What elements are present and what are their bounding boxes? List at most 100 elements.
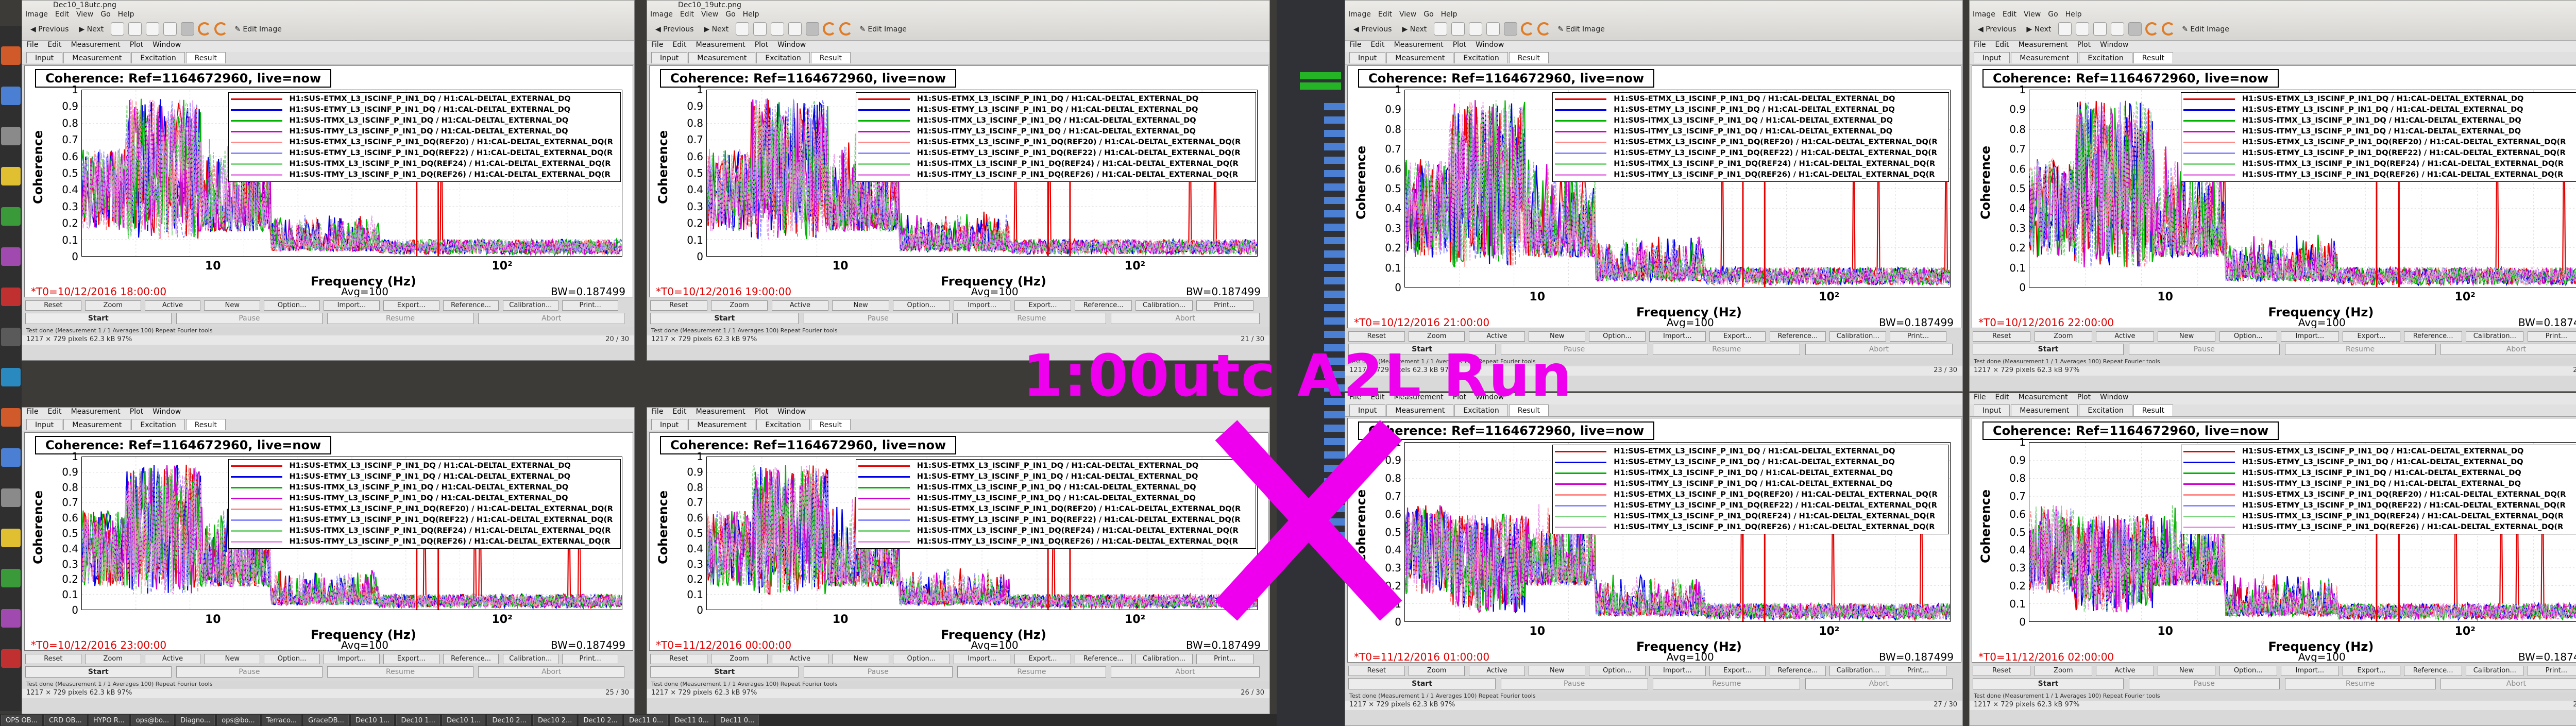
import-button[interactable]: Import... [324, 654, 380, 664]
dtt-menu-item[interactable]: Measurement [2019, 393, 2068, 401]
option-button[interactable]: Option... [2219, 331, 2277, 342]
option-button[interactable]: Option... [893, 300, 950, 311]
export-button[interactable]: Export... [1709, 331, 1766, 342]
dock-app-icon[interactable] [1, 368, 21, 386]
dtt-menu-item[interactable]: File [651, 41, 663, 49]
resume-button[interactable]: Resume [957, 313, 1106, 324]
dock-app-icon[interactable] [1, 569, 21, 587]
tab-measurement[interactable]: Measurement [688, 419, 756, 430]
print-button[interactable]: Print... [1196, 300, 1253, 311]
calibration-button[interactable]: Calibration... [1829, 331, 1887, 342]
zoom-tool-icon[interactable] [163, 22, 177, 36]
rotate-left-icon[interactable] [198, 22, 212, 36]
start-button[interactable]: Start [1973, 678, 2124, 689]
tab-input[interactable]: Input [1349, 52, 1386, 63]
tab-excitation[interactable]: Excitation [1454, 52, 1508, 63]
dtt-menu-item[interactable]: Plot [2077, 41, 2091, 49]
dtt-menu-item[interactable]: Window [2100, 393, 2128, 401]
print-button[interactable]: Print... [1890, 331, 1946, 342]
viewer-menu-item[interactable]: Help [743, 10, 759, 19]
zoom-tool-icon[interactable] [788, 22, 802, 36]
dock-app-icon[interactable] [1, 649, 21, 668]
taskbar-item[interactable]: Dec10 1... [350, 715, 395, 725]
export-button[interactable]: Export... [383, 300, 439, 311]
dtt-menu-item[interactable]: Edit [1370, 41, 1384, 49]
dock-app-icon[interactable] [1, 46, 21, 65]
zoom-tool-icon[interactable] [181, 22, 195, 36]
import-button[interactable]: Import... [1649, 331, 1706, 342]
previous-button[interactable]: ◀ Previous [1973, 23, 2021, 36]
option-button[interactable]: Option... [1589, 331, 1646, 342]
tab-result[interactable]: Result [810, 419, 851, 430]
tab-result[interactable]: Result [185, 419, 226, 430]
pause-button[interactable]: Pause [176, 666, 323, 678]
taskbar-item[interactable]: OPS OB... [1, 715, 43, 725]
abort-button[interactable]: Abort [1111, 666, 1260, 678]
dtt-menu-item[interactable]: Plot [130, 408, 143, 416]
print-button[interactable]: Print... [562, 300, 619, 311]
resume-button[interactable]: Resume [327, 313, 473, 324]
dtt-menu-item[interactable]: File [26, 408, 38, 416]
zoom-button[interactable]: Zoom [710, 654, 768, 664]
dtt-menu-item[interactable]: File [26, 41, 38, 49]
viewer-menu-item[interactable]: View [1399, 10, 1416, 19]
zoom-button[interactable]: Zoom [710, 300, 768, 311]
rotate-right-icon[interactable] [2162, 22, 2176, 36]
active-button[interactable]: Active [2096, 666, 2154, 676]
start-button[interactable]: Start [650, 666, 799, 678]
tab-excitation[interactable]: Excitation [2079, 404, 2132, 416]
export-button[interactable]: Export... [1014, 300, 1072, 311]
pause-button[interactable]: Pause [176, 313, 323, 324]
dtt-menu-item[interactable]: Window [777, 41, 806, 49]
dock-app-icon[interactable] [1, 529, 21, 547]
option-button[interactable]: Option... [2219, 666, 2277, 676]
taskbar-item[interactable]: ops@bo... [217, 715, 260, 725]
tab-input[interactable]: Input [651, 419, 688, 430]
export-button[interactable]: Export... [2342, 666, 2401, 676]
rotate-right-icon[interactable] [839, 22, 853, 36]
calibration-button[interactable]: Calibration... [502, 300, 559, 311]
dock-app-icon[interactable] [1, 328, 21, 346]
tab-result[interactable]: Result [2133, 404, 2174, 416]
active-button[interactable]: Active [2096, 331, 2154, 342]
abort-button[interactable]: Abort [2441, 344, 2576, 355]
abort-button[interactable]: Abort [1805, 678, 1953, 689]
dtt-menu-item[interactable]: Plot [755, 41, 768, 49]
viewer-menu-item[interactable]: Help [2065, 10, 2082, 19]
rotate-right-icon[interactable] [1537, 22, 1551, 36]
dtt-menu-item[interactable]: Plot [1453, 41, 1466, 49]
new-button[interactable]: New [832, 654, 889, 664]
dtt-menu-item[interactable]: Edit [1995, 41, 2009, 49]
tab-input[interactable]: Input [26, 419, 63, 430]
resume-button[interactable]: Resume [957, 666, 1106, 678]
start-button[interactable]: Start [25, 313, 172, 324]
active-button[interactable]: Active [1468, 666, 1526, 676]
previous-button[interactable]: ◀ Previous [1348, 23, 1397, 36]
import-button[interactable]: Import... [324, 300, 380, 311]
zoom-tool-icon[interactable] [2076, 22, 2090, 36]
edit-image-button[interactable]: ✎ Edit Image [854, 23, 912, 36]
start-button[interactable]: Start [25, 666, 172, 678]
dock-app-icon[interactable] [1, 488, 21, 507]
tab-result[interactable]: Result [2133, 52, 2174, 63]
tab-input[interactable]: Input [1974, 404, 2010, 416]
zoom-tool-icon[interactable] [111, 22, 125, 36]
reset-button[interactable]: Reset [25, 300, 81, 311]
viewer-menu-item[interactable]: Image [25, 10, 48, 19]
dtt-menu-item[interactable]: Measurement [1394, 41, 1444, 49]
zoom-tool-icon[interactable] [753, 22, 767, 36]
tab-measurement[interactable]: Measurement [2011, 52, 2078, 63]
zoom-button[interactable]: Zoom [1408, 666, 1465, 676]
new-button[interactable]: New [204, 300, 261, 311]
start-button[interactable]: Start [1348, 678, 1496, 689]
tab-input[interactable]: Input [651, 52, 688, 63]
next-button[interactable]: ▶ Next [699, 23, 734, 36]
dock-app-icon[interactable] [1, 127, 21, 145]
zoom-tool-icon[interactable] [146, 22, 160, 36]
pause-button[interactable]: Pause [804, 666, 953, 678]
export-button[interactable]: Export... [2342, 331, 2401, 342]
tab-result[interactable]: Result [1509, 52, 1549, 63]
dtt-menu-item[interactable]: Window [2100, 41, 2128, 49]
reset-button[interactable]: Reset [650, 654, 707, 664]
taskbar-item[interactable]: Dec10 2... [533, 715, 577, 725]
